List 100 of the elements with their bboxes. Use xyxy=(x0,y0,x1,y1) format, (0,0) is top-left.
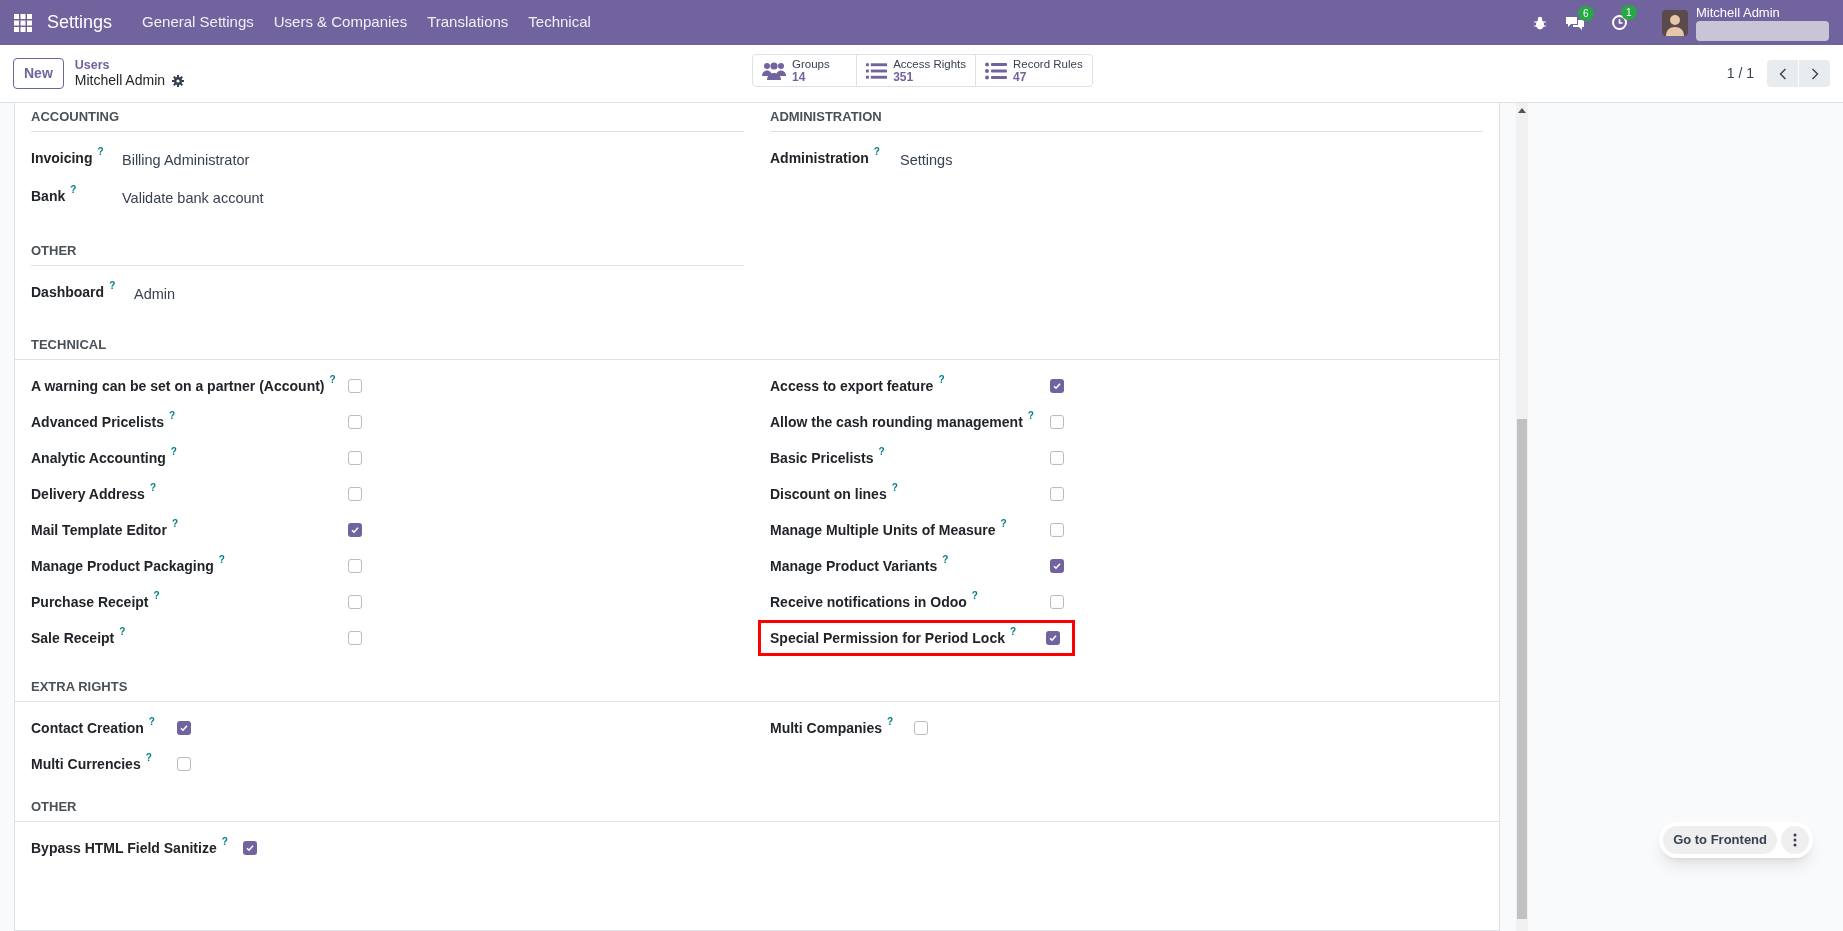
smart-button[interactable]: Access Rights 351 xyxy=(856,55,975,86)
checkbox[interactable] xyxy=(348,487,362,501)
previous-button[interactable] xyxy=(1767,60,1798,87)
checkbox[interactable] xyxy=(1050,451,1064,465)
help-tooltip-mark[interactable]: ? xyxy=(119,626,126,637)
help-tooltip-mark[interactable]: ? xyxy=(218,554,225,565)
checkbox[interactable] xyxy=(1046,631,1060,645)
apps-menu-icon[interactable] xyxy=(14,13,32,32)
checkbox[interactable] xyxy=(348,451,362,465)
field-value: Billing Administrator xyxy=(122,151,250,170)
field-label: Discount on lines xyxy=(770,484,887,504)
checkbox[interactable] xyxy=(348,415,362,429)
breadcrumb-link[interactable]: Users xyxy=(74,58,185,72)
help-tooltip-mark[interactable]: ? xyxy=(1000,518,1007,529)
help-tooltip-mark[interactable]: ? xyxy=(145,752,152,763)
smart-button[interactable]: Record Rules 47 xyxy=(975,55,1092,86)
help-tooltip-mark[interactable]: ? xyxy=(171,518,178,529)
kebab-icon xyxy=(1793,833,1797,847)
help-tooltip-mark[interactable]: ? xyxy=(887,716,894,727)
field-label: A warning can be set on a partner (Account) xyxy=(31,376,325,396)
help-tooltip-mark[interactable]: ? xyxy=(938,374,945,385)
checkbox[interactable] xyxy=(1050,415,1064,429)
notification-badge: 6 xyxy=(1578,5,1594,21)
help-tooltip-mark[interactable]: ? xyxy=(1027,410,1034,421)
smart-button-label: Record Rules xyxy=(1013,57,1083,71)
menu-item[interactable]: Users & Companies xyxy=(263,11,418,34)
help-tooltip-mark[interactable]: ? xyxy=(1009,626,1017,637)
help-tooltip-mark[interactable]: ? xyxy=(97,147,104,157)
help-tooltip-mark[interactable]: ? xyxy=(329,374,336,385)
app-title[interactable]: Settings xyxy=(47,9,113,36)
field-label: Manage Product Variants xyxy=(770,556,938,576)
checkbox[interactable] xyxy=(177,721,191,735)
menu-item[interactable]: Translations xyxy=(417,11,519,34)
help-tooltip-mark[interactable]: ? xyxy=(878,446,885,457)
go-to-frontend-button[interactable]: Go to Frontend xyxy=(1663,826,1777,854)
next-button[interactable] xyxy=(1799,60,1830,87)
checkbox[interactable] xyxy=(1050,595,1064,609)
scrollbar[interactable] xyxy=(1516,103,1528,931)
section-title: EXTRA RIGHTS xyxy=(31,679,128,694)
help-tooltip-mark[interactable]: ? xyxy=(149,482,156,493)
field-label: Delivery Address xyxy=(31,484,145,504)
field-label: Dashboard xyxy=(31,283,105,302)
checkbox[interactable] xyxy=(914,721,928,735)
help-tooltip-mark[interactable]: ? xyxy=(153,590,160,601)
users-icon xyxy=(762,60,786,81)
help-tooltip-mark[interactable]: ? xyxy=(891,482,898,493)
field-label: Special Permission for Period Lock xyxy=(770,628,1005,648)
gear-icon[interactable] xyxy=(172,74,185,87)
field-label: Contact Creation xyxy=(31,718,144,738)
smart-button-count: 47 xyxy=(1013,70,1028,84)
user-name[interactable]: Mitchell Admin xyxy=(1696,4,1829,20)
checkbox[interactable] xyxy=(348,559,362,573)
menu-item[interactable]: Technical xyxy=(518,11,601,34)
field-label: Bypass HTML Field Sanitize xyxy=(31,838,217,858)
new-button[interactable]: New xyxy=(13,58,64,89)
more-options-button[interactable] xyxy=(1781,826,1809,854)
checkbox[interactable] xyxy=(348,631,362,645)
field-label: Invoicing xyxy=(31,149,93,168)
help-tooltip-mark[interactable]: ? xyxy=(942,554,949,565)
help-tooltip-mark[interactable]: ? xyxy=(148,716,155,727)
checkbox[interactable] xyxy=(348,595,362,609)
clock-icon[interactable] xyxy=(1611,14,1628,31)
help-tooltip-mark[interactable]: ? xyxy=(873,147,880,157)
help-tooltip-mark[interactable]: ? xyxy=(169,410,176,421)
field-value: Validate bank account xyxy=(122,189,264,208)
checkbox[interactable] xyxy=(243,841,257,855)
checkbox[interactable] xyxy=(1050,523,1064,537)
smart-button-count: 14 xyxy=(792,70,806,84)
help-tooltip-mark[interactable]: ? xyxy=(221,836,228,847)
menu-item[interactable]: General Settings xyxy=(132,11,264,34)
chevron-left-icon xyxy=(1778,67,1787,80)
list-icon xyxy=(985,61,1007,80)
field-label: Analytic Accounting xyxy=(31,448,166,468)
checkbox[interactable] xyxy=(348,379,362,393)
field-label: Access to export feature xyxy=(770,376,934,396)
record-name: Mitchell Admin xyxy=(74,72,166,89)
section-title: OTHER xyxy=(31,799,77,814)
list-icon xyxy=(866,61,888,80)
checkbox[interactable] xyxy=(1050,487,1064,501)
checkbox[interactable] xyxy=(1050,559,1064,573)
caret-up-icon[interactable] xyxy=(1518,107,1526,113)
field-label: Receive notifications in Odoo xyxy=(770,592,967,612)
help-tooltip-mark[interactable]: ? xyxy=(109,281,116,291)
field-label: Manage Multiple Units of Measure xyxy=(770,520,996,540)
checkbox[interactable] xyxy=(1050,379,1064,393)
checkbox[interactable] xyxy=(348,523,362,537)
smart-button-label: Access Rights xyxy=(893,57,966,71)
avatar-icon[interactable] xyxy=(1662,9,1688,36)
help-tooltip-mark[interactable]: ? xyxy=(70,185,77,195)
smart-button-count: 351 xyxy=(893,70,915,84)
help-tooltip-mark[interactable]: ? xyxy=(971,590,978,601)
help-tooltip-mark[interactable]: ? xyxy=(170,446,177,457)
field-label: Multi Companies xyxy=(770,718,882,738)
pager-value: 1 / 1 xyxy=(1726,64,1754,83)
smart-button[interactable]: Groups 14 xyxy=(753,55,856,86)
checkbox[interactable] xyxy=(177,757,191,771)
section-title: ADMINISTRATION xyxy=(770,109,882,124)
chat-icon[interactable] xyxy=(1565,14,1585,31)
smart-button-label: Groups xyxy=(792,57,830,71)
bug-icon[interactable] xyxy=(1533,15,1547,30)
